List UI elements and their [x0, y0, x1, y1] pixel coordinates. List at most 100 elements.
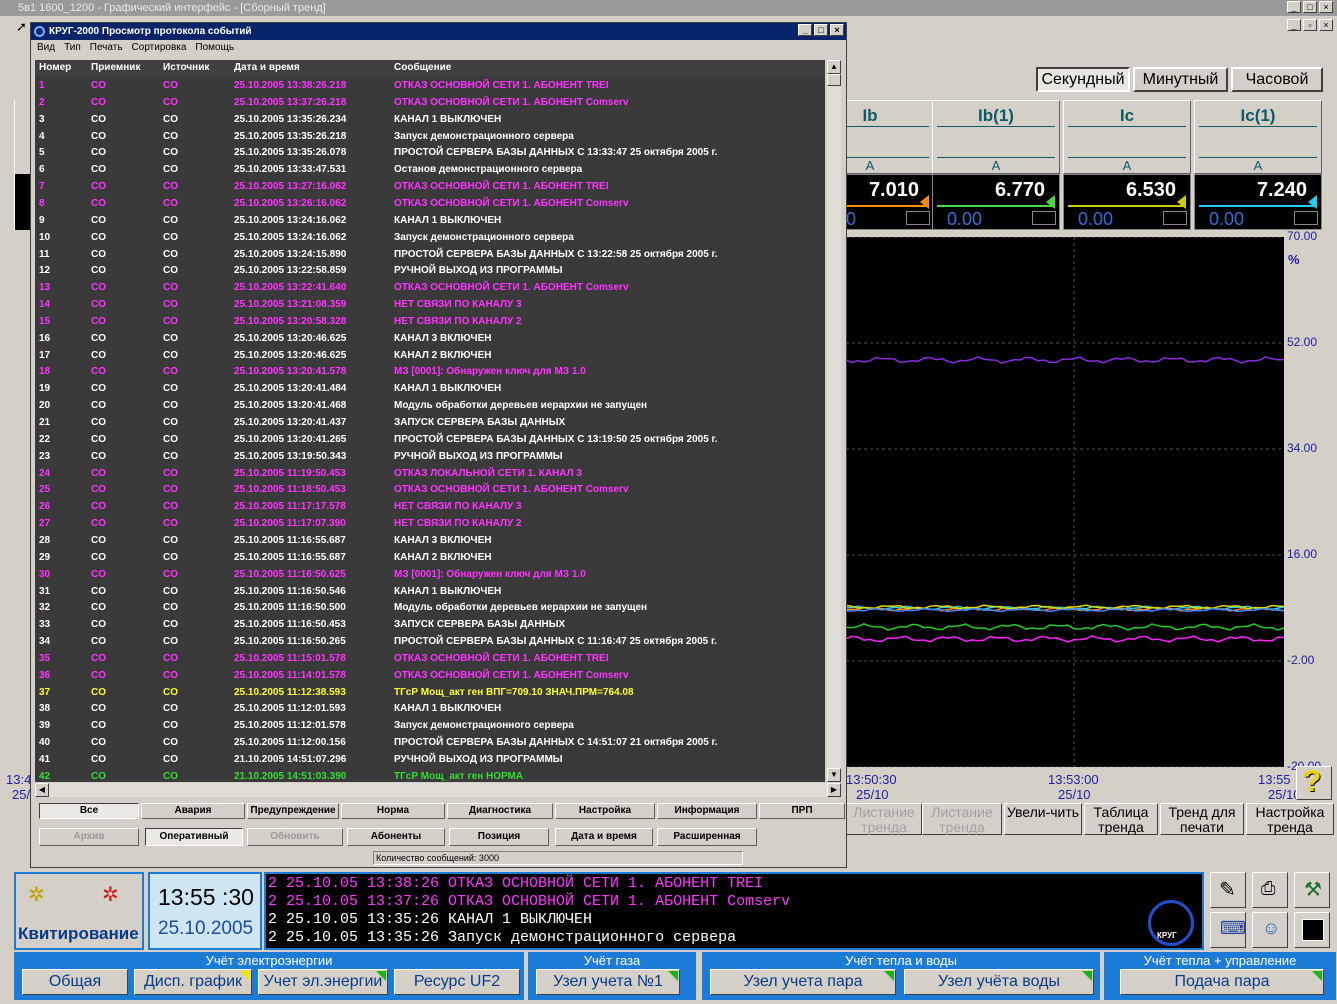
mode-button-6[interactable]: Расширенная	[657, 828, 757, 846]
event-row[interactable]: 27 CO CO 25.10.2005 11:17:07.390 НЕТ СВЯЗИ П…	[35, 516, 825, 533]
event-row[interactable]: 24 CO CO 25.10.2005 11:19:50.453 ОТКАЗ ЛОКАЛ…	[35, 466, 825, 483]
channel-panel-3[interactable]: Ic(1) A 7.240 0.00	[1194, 100, 1322, 230]
column-header-4[interactable]: Сообщение	[394, 62, 451, 73]
trend-button-5[interactable]: Настройка тренда	[1246, 803, 1334, 835]
event-row[interactable]: 7 CO CO 25.10.2005 13:27:16.062 ОТКАЗ ОСНОВН…	[35, 179, 825, 196]
event-row[interactable]: 20 CO CO 25.10.2005 13:20:41.468 Модуль обра…	[35, 398, 825, 415]
mode-button-4[interactable]: Позиция	[449, 828, 549, 846]
event-row[interactable]: 34 CO CO 25.10.2005 11:16:50.265 ПРОСТОЙ СЕР…	[35, 634, 825, 651]
event-row[interactable]: 11 CO CO 25.10.2005 13:24:15.890 ПРОСТОЙ СЕР…	[35, 247, 825, 264]
channel-panel-2[interactable]: Ic A 6.530 0.00	[1063, 100, 1191, 230]
event-row[interactable]: 37 CO CO 25.10.2005 11:12:38.593 ТГсР Мощ_ак…	[35, 685, 825, 702]
mode-button-0[interactable]: Архив	[39, 828, 139, 846]
mode-button-2[interactable]: Обновить	[247, 828, 343, 846]
event-row[interactable]: 42 CO CO 21.10.2005 14:51:03.390 ТГсР Мощ_ак…	[35, 769, 825, 782]
event-row[interactable]: 12 CO CO 25.10.2005 13:22:58.859 РУЧНОЙ ВЫХО…	[35, 263, 825, 280]
child-restore-button[interactable]: ▫	[1303, 19, 1317, 31]
event-row[interactable]: 28 CO CO 25.10.2005 11:16:55.687 КАНАЛ 3 ВКЛ…	[35, 533, 825, 550]
filter-tab-5[interactable]: Настройка	[555, 803, 655, 819]
scroll-left-arrow-icon[interactable]: ◀	[35, 783, 49, 797]
scroll-up-arrow-icon[interactable]: ▲	[827, 60, 841, 74]
tools-icon[interactable]: ✎	[1210, 872, 1246, 908]
event-row[interactable]: 36 CO CO 25.10.2005 11:14:01.578 ОТКАЗ ОСНОВ…	[35, 668, 825, 685]
event-row[interactable]: 4 CO CO 25.10.2005 13:35:26.218 Запуск демон…	[35, 129, 825, 146]
mode-button-5[interactable]: Дата и время	[555, 828, 653, 846]
menu-item-0[interactable]: Вид	[37, 42, 55, 53]
menu-item-1[interactable]: Тип	[64, 42, 81, 53]
nav-button[interactable]: Дисп. график	[134, 969, 252, 995]
event-row[interactable]: 30 CO CO 25.10.2005 11:16:50.625 МЗ [0001]: …	[35, 567, 825, 584]
event-row[interactable]: 1 CO CO 25.10.2005 13:38:26.218 ОТКАЗ ОСНОВН…	[35, 78, 825, 95]
filter-tab-4[interactable]: Диагностика	[447, 803, 553, 819]
event-log-maximize-button[interactable]: □	[814, 24, 828, 36]
mode-button-3[interactable]: Абоненты	[347, 828, 445, 846]
event-log-close-button[interactable]: ×	[830, 24, 844, 36]
event-row[interactable]: 23 CO CO 25.10.2005 13:19:50.343 РУЧНОЙ ВЫХО…	[35, 449, 825, 466]
acknowledge-panel[interactable]: ✲ ✲ Квитирование	[14, 872, 144, 950]
event-row[interactable]: 39 CO CO 25.10.2005 11:12:01.578 Запуск демо…	[35, 718, 825, 735]
event-row[interactable]: 10 CO CO 25.10.2005 13:24:16.062 Запуск демо…	[35, 230, 825, 247]
scroll-thumb[interactable]	[827, 74, 841, 86]
scale-button-0[interactable]: Секундный	[1036, 67, 1130, 92]
trend-button-1[interactable]: Листание тренда	[922, 803, 1002, 835]
nav-button[interactable]: Узел учета №1	[536, 969, 680, 995]
trend-button-4[interactable]: Тренд для печати	[1160, 803, 1244, 835]
trend-plot[interactable]	[845, 236, 1285, 768]
scale-button-1[interactable]: Минутный	[1133, 67, 1228, 92]
event-row[interactable]: 13 CO CO 25.10.2005 13:22:41.640 ОТКАЗ ОСНОВ…	[35, 280, 825, 297]
event-row[interactable]: 35 CO CO 25.10.2005 11:15:01.578 ОТКАЗ ОСНОВ…	[35, 651, 825, 668]
column-header-0[interactable]: Номер	[39, 62, 71, 73]
event-row[interactable]: 19 CO CO 25.10.2005 13:20:41.484 КАНАЛ 1 ВЫК…	[35, 381, 825, 398]
event-row[interactable]: 6 CO CO 25.10.2005 13:33:47.531 Останов демо…	[35, 162, 825, 179]
filter-tab-6[interactable]: Информация	[657, 803, 757, 819]
scroll-right-arrow-icon[interactable]: ▶	[827, 783, 841, 797]
nav-button[interactable]: Узел учета пара	[710, 969, 896, 995]
event-row[interactable]: 40 CO CO 25.10.2005 11:12:00.156 ПРОСТОЙ СЕР…	[35, 735, 825, 752]
event-row[interactable]: 8 CO CO 25.10.2005 13:26:16.062 ОТКАЗ ОСНОВН…	[35, 196, 825, 213]
maximize-button[interactable]: □	[1303, 1, 1317, 13]
child-minimize-button[interactable]: _	[1287, 19, 1301, 31]
minimize-button[interactable]: _	[1287, 1, 1301, 13]
menu-item-2[interactable]: Печать	[90, 42, 123, 53]
event-row[interactable]: 29 CO CO 25.10.2005 11:16:55.687 КАНАЛ 2 ВКЛ…	[35, 550, 825, 567]
event-row[interactable]: 22 CO CO 25.10.2005 13:20:41.265 ПРОСТОЙ СЕР…	[35, 432, 825, 449]
filter-tab-3[interactable]: Норма	[341, 803, 445, 819]
event-row[interactable]: 2 CO CO 25.10.2005 13:37:26.218 ОТКАЗ ОСНОВН…	[35, 95, 825, 112]
child-close-button[interactable]: ×	[1319, 19, 1333, 31]
nav-button[interactable]: Узел учёта воды	[904, 969, 1094, 995]
nav-button[interactable]: Подача пара	[1120, 969, 1324, 995]
operator-icon[interactable]: ☺	[1252, 912, 1288, 948]
event-row[interactable]: 31 CO CO 25.10.2005 11:16:50.546 КАНАЛ 1 ВЫК…	[35, 584, 825, 601]
filter-tab-2[interactable]: Предупреждение	[247, 803, 339, 819]
scale-button-2[interactable]: Часовой	[1231, 67, 1323, 92]
filter-tab-0[interactable]: Все	[39, 803, 139, 819]
event-row[interactable]: 15 CO CO 25.10.2005 13:20:58.328 НЕТ СВЯЗИ П…	[35, 314, 825, 331]
channel-panel-1[interactable]: Ib(1) A 6.770 0.00	[932, 100, 1060, 230]
event-log-hscrollbar[interactable]: ◀ ▶	[35, 783, 841, 797]
nav-button[interactable]: Общая	[22, 969, 128, 995]
column-header-1[interactable]: Приемник	[91, 62, 140, 73]
trend-button-0[interactable]: Листание тренда	[846, 803, 922, 835]
event-log-minimize-button[interactable]: _	[798, 24, 812, 36]
mode-button-1[interactable]: Оперативный	[145, 828, 243, 846]
print-icon[interactable]: ⎙	[1252, 872, 1288, 908]
column-header-3[interactable]: Дата и время	[234, 62, 300, 73]
event-log-table[interactable]: Номер Приемник Источник Дата и время Сообщен…	[35, 60, 825, 782]
event-row[interactable]: 38 CO CO 25.10.2005 11:12:01.593 КАНАЛ 1 ВЫК…	[35, 701, 825, 718]
event-row[interactable]: 25 CO CO 25.10.2005 11:18:50.453 ОТКАЗ ОСНОВ…	[35, 482, 825, 499]
nav-button[interactable]: Учет эл.энергии	[258, 969, 388, 995]
nav-button[interactable]: Ресурс UF2	[394, 969, 520, 995]
trend-button-2[interactable]: Увели-чить	[1004, 803, 1082, 835]
event-row[interactable]: 41 CO CO 21.10.2005 14:51:07.296 РУЧНОЙ ВЫХО…	[35, 752, 825, 769]
event-row[interactable]: 5 CO CO 25.10.2005 13:35:26.078 ПРОСТОЙ СЕРВ…	[35, 145, 825, 162]
event-row[interactable]: 3 CO CO 25.10.2005 13:35:26.234 КАНАЛ 1 ВЫКЛ…	[35, 112, 825, 129]
event-row[interactable]: 26 CO CO 25.10.2005 11:17:17.578 НЕТ СВЯЗИ П…	[35, 499, 825, 516]
event-row[interactable]: 32 CO CO 25.10.2005 11:16:50.500 Модуль обра…	[35, 600, 825, 617]
event-row[interactable]: 17 CO CO 25.10.2005 13:20:46.625 КАНАЛ 2 ВКЛ…	[35, 348, 825, 365]
trend-window-icon[interactable]	[1294, 912, 1330, 948]
event-log-vscrollbar[interactable]: ▲ ▼	[827, 60, 841, 782]
pointer-icon[interactable]: ➚	[16, 19, 27, 35]
settings-icon[interactable]: ⚒	[1294, 872, 1330, 908]
event-row[interactable]: 21 CO CO 25.10.2005 13:20:41.437 ЗАПУСК СЕРВ…	[35, 415, 825, 432]
event-row[interactable]: 33 CO CO 25.10.2005 11:16:50.453 ЗАПУСК СЕРВ…	[35, 617, 825, 634]
